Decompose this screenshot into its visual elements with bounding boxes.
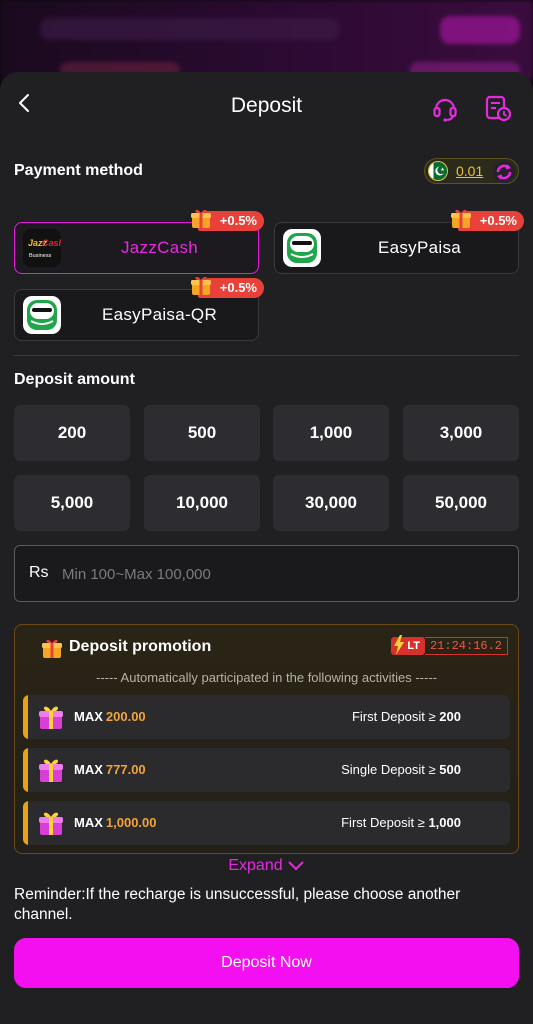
row-max: MAX 777.00 xyxy=(74,762,146,777)
payment-name: EasyPaisa xyxy=(377,238,462,257)
payment-option-jazzcash[interactable]: Jazz Cash Business JazzCash +0.5% xyxy=(14,209,264,274)
amount-input[interactable] xyxy=(62,561,502,587)
gift-icon xyxy=(190,276,211,295)
balance-pill: 0.01 xyxy=(424,158,519,184)
promotion-subtitle: ----- Automatically participated in the … xyxy=(96,670,437,685)
gift-icon xyxy=(190,209,211,228)
deposit-now-button[interactable]: Deposit Now xyxy=(14,938,519,988)
divider xyxy=(14,355,519,356)
pakistan-flag-icon xyxy=(428,161,448,181)
easypaisa-logo xyxy=(283,229,321,267)
jazzcash-logo: Jazz Cash Business xyxy=(23,229,61,267)
promotion-row: MAX 200.00 First Deposit ≥ 200 xyxy=(23,695,510,739)
amount-option[interactable]: 200 xyxy=(14,405,130,461)
expand-button[interactable]: Expand xyxy=(0,857,533,875)
row-condition: First Deposit ≥ 200 xyxy=(351,709,461,724)
row-max: MAX 200.00 xyxy=(74,709,146,724)
payment-name: JazzCash xyxy=(120,238,199,257)
amount-option[interactable]: 1,000 xyxy=(273,405,389,461)
svg-text:Cash: Cash xyxy=(42,238,61,248)
payment-option-easypaisa-qr[interactable]: EasyPaisa-QR +0.5% xyxy=(14,276,264,341)
gift-icon xyxy=(450,209,471,228)
row-condition: Single Deposit ≥ 500 xyxy=(341,762,461,777)
amount-option[interactable]: 30,000 xyxy=(273,475,389,531)
reminder-text: Reminder:If the recharge is unsuccessful… xyxy=(14,886,461,923)
promotion-title: Deposit promotion xyxy=(69,638,212,655)
deposit-amount-label: Deposit amount xyxy=(14,371,135,388)
promotion-row: MAX 777.00 Single Deposit ≥ 500 xyxy=(23,748,510,792)
amount-option[interactable]: 3,000 xyxy=(403,405,519,461)
bonus-badge: +0.5% xyxy=(190,209,264,231)
lt-badge: LT xyxy=(391,635,425,655)
deposit-sheet: Deposit Payment method 0.01 Jazz Cas Bus… xyxy=(0,72,533,1024)
svg-text:Business: Business xyxy=(29,253,52,259)
chevron-down-icon xyxy=(287,861,304,871)
payment-method-label: Payment method xyxy=(14,162,143,179)
amount-option[interactable]: 10,000 xyxy=(144,475,260,531)
easypaisa-logo xyxy=(23,296,61,334)
deposit-promotion-panel: Deposit promotion LT 21:24:16.2 ----- Au… xyxy=(14,624,519,854)
gift-icon xyxy=(42,639,62,658)
currency-label: Rs xyxy=(29,564,49,581)
amount-option[interactable]: 50,000 xyxy=(403,475,519,531)
bolt-icon xyxy=(394,635,405,655)
gift-icon xyxy=(39,759,63,782)
background-blur xyxy=(0,0,533,80)
row-max: MAX 1,000.00 xyxy=(74,815,157,830)
amount-input-field: Rs xyxy=(14,545,519,602)
row-condition: First Deposit ≥ 1,000 xyxy=(341,815,461,830)
balance-value: 0.01 xyxy=(456,163,484,179)
header: Deposit xyxy=(0,72,533,142)
payment-option-easypaisa[interactable]: EasyPaisa +0.5% xyxy=(274,209,524,274)
payment-name: EasyPaisa-QR xyxy=(101,305,218,324)
countdown-timer: 21:24:16.2 xyxy=(424,637,508,655)
bonus-badge: +0.5% xyxy=(450,209,524,231)
bonus-badge: +0.5% xyxy=(190,276,264,298)
refresh-icon[interactable] xyxy=(493,161,515,183)
headset-icon[interactable] xyxy=(431,94,459,122)
countdown: LT 21:24:16.2 xyxy=(391,635,508,657)
gift-icon xyxy=(39,706,63,729)
amount-option[interactable]: 5,000 xyxy=(14,475,130,531)
amount-option[interactable]: 500 xyxy=(144,405,260,461)
promotion-row: MAX 1,000.00 First Deposit ≥ 1,000 xyxy=(23,801,510,845)
gift-icon xyxy=(39,812,63,835)
history-icon[interactable] xyxy=(484,94,512,122)
